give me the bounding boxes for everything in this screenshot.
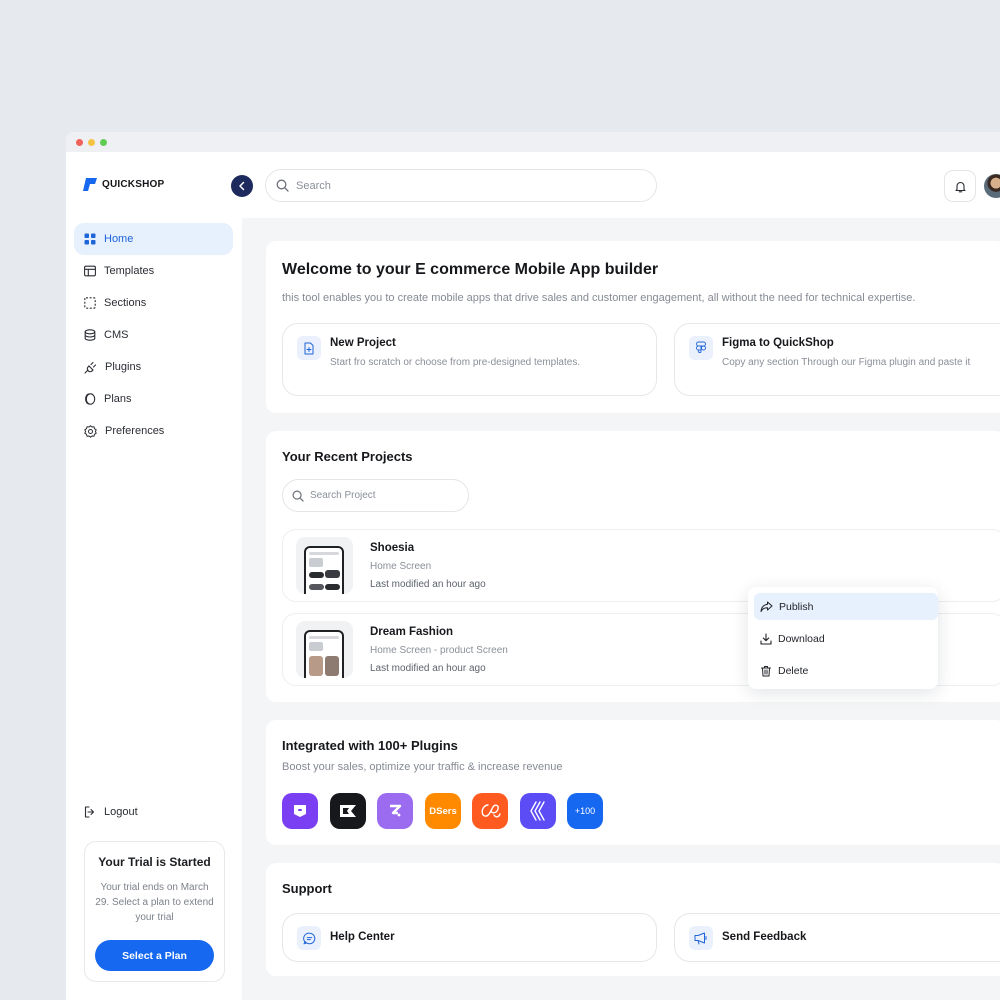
chevron-left-icon bbox=[239, 181, 245, 191]
send-feedback-card[interactable]: Send Feedback bbox=[674, 913, 1000, 962]
sidebar-item-label: Home bbox=[104, 233, 134, 245]
support-card: Support Help Center Send Feedback bbox=[266, 863, 1000, 976]
project-thumbnail bbox=[296, 621, 353, 678]
welcome-subtitle: this tool enables you to create mobile a… bbox=[282, 292, 916, 304]
trial-text: Your trial ends on March 29. Select a pl… bbox=[95, 882, 214, 923]
sidebar-item-label: Sections bbox=[104, 297, 147, 309]
menu-item-label: Download bbox=[778, 632, 825, 645]
sidebar: Home Templates Sections CMS Plugins Plan… bbox=[66, 218, 242, 1000]
sidebar-item-home[interactable]: Home bbox=[74, 223, 233, 255]
phone-mockup-icon bbox=[304, 546, 344, 594]
top-bar: QUICKSHOP bbox=[66, 152, 1000, 218]
black-k-plugin-icon[interactable] bbox=[330, 793, 366, 829]
chevrons-plugin-icon[interactable] bbox=[520, 793, 556, 829]
new-project-title: New Project bbox=[330, 337, 396, 349]
bell-icon bbox=[954, 181, 966, 192]
project-screen: Home Screen - product Screen bbox=[370, 645, 508, 656]
sidebar-item-label: Preferences bbox=[105, 425, 165, 437]
dashed-square-icon bbox=[84, 297, 96, 309]
search-icon bbox=[292, 490, 304, 502]
trash-icon bbox=[761, 665, 771, 676]
dsers-plugin-icon[interactable]: DSers bbox=[425, 793, 461, 829]
violet-z-plugin-icon[interactable] bbox=[377, 793, 413, 829]
more-plugins-badge[interactable]: +100 bbox=[567, 793, 603, 829]
window-titlebar bbox=[66, 132, 1000, 152]
sidebar-item-cms[interactable]: CMS bbox=[74, 319, 233, 351]
recent-projects-title: Your Recent Projects bbox=[282, 449, 413, 464]
menu-item-download[interactable]: Download bbox=[754, 625, 938, 652]
help-center-label: Help Center bbox=[330, 931, 395, 943]
project-search-input[interactable] bbox=[310, 490, 460, 501]
user-avatar[interactable] bbox=[984, 174, 1000, 198]
download-icon bbox=[760, 632, 772, 645]
project-context-menu: Publish Download Delete bbox=[748, 587, 938, 689]
app-window: QUICKSHOP Home Templates Sections CMS bbox=[66, 132, 1000, 1000]
plugins-card: Integrated with 100+ Plugins Boost your … bbox=[266, 720, 1000, 845]
logout-button[interactable]: Logout bbox=[84, 806, 138, 818]
project-name: Dream Fashion bbox=[370, 626, 454, 638]
sidebar-item-plugins[interactable]: Plugins bbox=[74, 351, 233, 383]
search-bar[interactable] bbox=[265, 169, 657, 202]
database-icon bbox=[84, 329, 96, 341]
plugins-title: Integrated with 100+ Plugins bbox=[282, 738, 458, 753]
support-title: Support bbox=[282, 881, 332, 896]
figma-card-title: Figma to QuickShop bbox=[722, 337, 834, 349]
sidebar-item-label: Plugins bbox=[105, 361, 142, 373]
plug-icon bbox=[84, 361, 97, 374]
sidebar-item-label: Templates bbox=[104, 265, 155, 277]
welcome-title: Welcome to your E commerce Mobile App bu… bbox=[282, 261, 659, 278]
logout-label: Logout bbox=[104, 806, 138, 818]
project-screen: Home Screen bbox=[370, 561, 432, 572]
purple-tag-plugin-icon[interactable] bbox=[282, 793, 318, 829]
figma-card-desc: Copy any section Through our Figma plugi… bbox=[722, 357, 971, 368]
menu-item-label: Delete bbox=[778, 664, 809, 677]
project-search-bar[interactable] bbox=[282, 479, 469, 512]
project-modified: Last modified an hour ago bbox=[370, 579, 486, 590]
collapse-sidebar-button[interactable] bbox=[231, 175, 253, 197]
search-icon bbox=[276, 179, 289, 192]
close-window-dot[interactable] bbox=[76, 138, 83, 146]
menu-item-label: Publish bbox=[779, 600, 814, 613]
figma-to-quickshop-card[interactable]: Figma to QuickShop Copy any section Thro… bbox=[674, 323, 1000, 396]
sidebar-item-preferences[interactable]: Preferences bbox=[74, 415, 233, 447]
share-icon bbox=[760, 601, 773, 612]
brand-name: QUICKSHOP bbox=[102, 179, 165, 190]
layout-icon bbox=[84, 265, 96, 277]
new-project-desc: Start fro scratch or choose from pre-des… bbox=[330, 357, 581, 368]
plugins-subtitle: Boost your sales, optimize your traffic … bbox=[282, 761, 563, 773]
select-plan-button[interactable]: Select a Plan bbox=[95, 940, 214, 971]
minimize-window-dot[interactable] bbox=[88, 138, 95, 146]
project-modified: Last modified an hour ago bbox=[370, 663, 486, 674]
gear-icon bbox=[84, 424, 97, 438]
megaphone-icon bbox=[689, 926, 713, 950]
menu-item-delete[interactable]: Delete bbox=[754, 657, 938, 684]
new-project-card[interactable]: New Project Start fro scratch or choose … bbox=[282, 323, 657, 396]
sidebar-item-label: CMS bbox=[104, 329, 129, 341]
new-file-icon bbox=[297, 336, 321, 360]
help-center-card[interactable]: Help Center bbox=[282, 913, 657, 962]
sidebar-item-templates[interactable]: Templates bbox=[74, 255, 233, 287]
figma-icon bbox=[689, 336, 713, 360]
trial-card: Your Trial is Started Your trial ends on… bbox=[84, 841, 225, 982]
notifications-button[interactable] bbox=[944, 170, 976, 202]
phone-mockup-icon bbox=[304, 630, 344, 678]
project-thumbnail bbox=[296, 537, 353, 594]
sidebar-item-plans[interactable]: Plans bbox=[74, 383, 233, 415]
brand-logo[interactable]: QUICKSHOP bbox=[83, 178, 164, 191]
grid-icon bbox=[84, 233, 96, 245]
maximize-window-dot[interactable] bbox=[100, 138, 107, 146]
project-name: Shoesia bbox=[370, 542, 415, 554]
orange-script-plugin-icon[interactable] bbox=[472, 793, 508, 829]
welcome-card: Welcome to your E commerce Mobile App bu… bbox=[266, 241, 1000, 413]
send-feedback-label: Send Feedback bbox=[722, 931, 807, 943]
trial-title: Your Trial is Started bbox=[98, 855, 211, 869]
chat-icon bbox=[297, 926, 321, 950]
logout-icon bbox=[84, 806, 95, 818]
search-input[interactable] bbox=[296, 179, 596, 192]
menu-item-publish[interactable]: Publish bbox=[754, 593, 938, 620]
quickshop-logo-icon bbox=[83, 178, 97, 191]
sidebar-item-label: Plans bbox=[104, 393, 132, 405]
sidebar-item-sections[interactable]: Sections bbox=[74, 287, 233, 319]
coin-icon bbox=[85, 393, 96, 405]
